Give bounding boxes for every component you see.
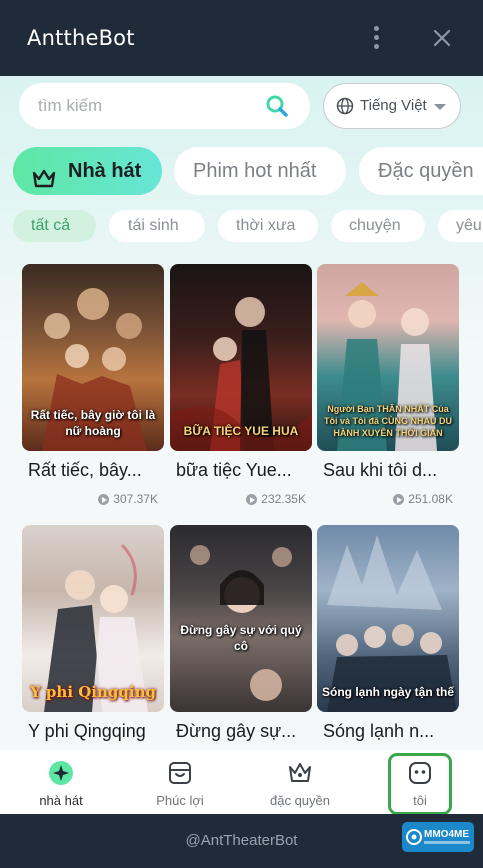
view-count: 232.35K <box>246 492 306 506</box>
drama-title[interactable]: Rất tiếc, bây... <box>28 460 164 481</box>
language-selector[interactable]: Tiếng Việt <box>323 83 461 129</box>
chip-label: thời xưa <box>236 217 296 234</box>
drama-card[interactable]: Người Bạn THÂN NHẤT Của Tôi và Tôi đã CÙ… <box>317 264 459 514</box>
chip-all[interactable]: tất cả <box>13 210 96 242</box>
theater-icon <box>48 760 74 786</box>
watermark-text: MMO4ME <box>424 829 469 840</box>
tab-theater[interactable]: Nhà hát <box>13 147 162 195</box>
tab-hot-movies[interactable]: Phim hot nhất <box>174 147 346 195</box>
chevron-down-icon <box>434 104 446 110</box>
nav-me[interactable]: tôi <box>370 750 470 814</box>
poster-caption: Rất tiếc, bây giờ tôi là nữ hoàng <box>30 408 156 438</box>
drama-title[interactable]: Đừng gây sự... <box>176 721 312 742</box>
chip-story[interactable]: chuyện <box>331 210 425 242</box>
watermark-logo: MMO4ME <box>402 822 474 852</box>
drama-card[interactable]: BỮA TIỆC YUE HUA bữa tiệc Yue... 232.35K <box>170 264 312 514</box>
poster-caption: Người Bạn THÂN NHẤT Của Tôi và Tôi đã CÙ… <box>323 404 452 438</box>
nav-label: nhà hát <box>39 793 83 808</box>
view-count: 307.37K <box>98 492 158 506</box>
tab-label: Đặc quyền <box>378 160 474 182</box>
poster-caption: Y phi Qingqing <box>30 683 156 701</box>
drama-poster[interactable]: Đừng gây sự với quý cô <box>170 525 312 712</box>
bottom-nav: nhà hát Phúc lợi đặc quyền tôi <box>0 750 483 814</box>
crown-icon <box>287 760 313 786</box>
drama-title[interactable]: Y phi Qingqing <box>28 721 164 742</box>
chip-label: yêu <box>456 217 482 234</box>
app-title: AnttheBot <box>27 26 135 50</box>
view-count: 251.08K <box>393 492 453 506</box>
drama-title[interactable]: Sóng lạnh n... <box>323 721 459 742</box>
nav-privileges[interactable]: đặc quyền <box>250 750 350 814</box>
poster-caption: Sóng lạnh ngày tận thế <box>321 685 454 699</box>
drama-poster[interactable]: BỮA TIỆC YUE HUA <box>170 264 312 451</box>
crown-icon <box>31 160 57 188</box>
language-label: Tiếng Việt <box>360 97 427 114</box>
view-count-value: 251.08K <box>408 492 453 506</box>
search-icon[interactable] <box>265 94 289 118</box>
view-count-value: 307.37K <box>113 492 158 506</box>
view-count-value: 232.35K <box>261 492 306 506</box>
tab-label: Nhà hát <box>68 160 142 182</box>
drama-poster[interactable]: Rất tiếc, bây giờ tôi là nữ hoàng <box>22 264 164 451</box>
chip-label: chuyện <box>349 217 401 234</box>
kebab-menu-icon[interactable] <box>366 26 388 50</box>
gift-box-icon <box>167 760 193 786</box>
watermark-subtext <box>424 841 470 844</box>
profile-icon <box>407 760 433 786</box>
play-count-icon <box>246 494 258 505</box>
drama-title[interactable]: Sau khi tôi d... <box>323 460 459 481</box>
close-icon[interactable] <box>430 26 454 50</box>
drama-poster[interactable]: Sóng lạnh ngày tận thế <box>317 525 459 712</box>
drama-card[interactable]: Sóng lạnh ngày tận thế Sóng lạnh n... <box>317 525 459 750</box>
watermark-icon <box>406 829 422 845</box>
nav-label: tôi <box>413 793 427 808</box>
tab-label: Phim hot nhất <box>193 160 317 182</box>
chip-rebirth[interactable]: tái sinh <box>109 210 205 242</box>
chip-ancient[interactable]: thời xưa <box>218 210 318 242</box>
app-content: Tiếng Việt Nhà hát Phim hot nhất Đặc quy… <box>0 76 483 814</box>
chip-label: tái sinh <box>128 217 179 234</box>
drama-poster[interactable]: Người Bạn THÂN NHẤT Của Tôi và Tôi đã CÙ… <box>317 264 459 451</box>
drama-title[interactable]: bữa tiệc Yue... <box>176 460 312 481</box>
chip-label: tất cả <box>31 217 71 234</box>
nav-label: Phúc lợi <box>156 793 204 808</box>
drama-card[interactable]: Y phi Qingqing Y phi Qingqing <box>22 525 164 750</box>
play-count-icon <box>98 494 110 505</box>
poster-caption: BỮA TIỆC YUE HUA <box>183 424 299 438</box>
poster-caption: Đừng gây sự với quý cô <box>180 623 302 653</box>
nav-benefits[interactable]: Phúc lợi <box>130 750 230 814</box>
drama-card[interactable]: Rất tiếc, bây giờ tôi là nữ hoàng Rất ti… <box>22 264 164 514</box>
search-bar[interactable] <box>19 83 310 129</box>
nav-theater[interactable]: nhà hát <box>11 750 111 814</box>
nav-label: đặc quyền <box>270 793 330 808</box>
drama-card[interactable]: Đừng gây sự với quý cô Đừng gây sự... <box>170 525 312 750</box>
play-count-icon <box>393 494 405 505</box>
drama-poster[interactable]: Y phi Qingqing <box>22 525 164 712</box>
tab-privileges[interactable]: Đặc quyền <box>359 147 483 195</box>
globe-icon <box>336 97 354 115</box>
title-bar: AnttheBot <box>0 0 483 76</box>
search-input[interactable] <box>38 83 268 129</box>
chip-love[interactable]: yêu <box>438 210 483 242</box>
